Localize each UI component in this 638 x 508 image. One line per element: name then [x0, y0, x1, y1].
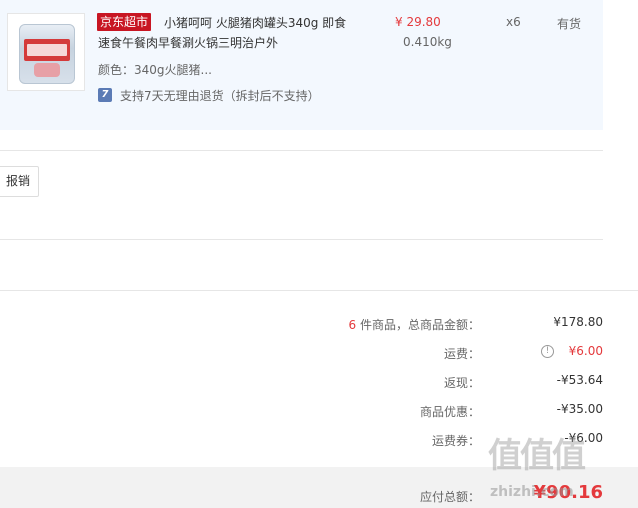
product-quantity: x6 — [506, 15, 521, 29]
divider — [0, 150, 603, 151]
return-badge-icon: 7 — [98, 88, 112, 102]
reimbursement-button[interactable]: 报销 — [0, 166, 39, 197]
cashback-value: -¥53.64 — [556, 373, 603, 387]
product-price: ¥ 29.80 — [395, 15, 441, 29]
cashback-label: 返现： — [443, 376, 480, 390]
product-variant: 颜色：340g火腿猪... — [98, 63, 212, 77]
discount-value: -¥35.00 — [556, 402, 603, 416]
divider — [0, 290, 638, 291]
watermark: 值值值 — [488, 436, 586, 476]
can-label — [24, 39, 70, 61]
store-badge: 京东超市 — [97, 13, 152, 31]
product-thumbnail[interactable] — [7, 13, 85, 91]
discount-label: 商品优惠： — [419, 405, 480, 419]
stock-status: 有货 — [557, 17, 582, 31]
shipping-label: 运费： — [443, 347, 480, 361]
total-label: 应付总额： — [419, 490, 480, 504]
summary-items-label: 6 件商品，总商品金额： — [348, 318, 480, 332]
meat-image — [34, 63, 60, 77]
watermark-url: zhizhi.com — [490, 484, 574, 500]
product-weight: 0.410kg — [403, 35, 452, 49]
shipping-value: ¥6.00 — [568, 344, 603, 358]
summary-items-value: ¥178.80 — [553, 315, 603, 329]
return-policy: 支持7天无理由退货（拆封后不支持） — [120, 89, 320, 103]
shipping-coupon-label: 运费券： — [431, 434, 480, 448]
divider — [0, 239, 603, 240]
can-image — [19, 24, 75, 84]
